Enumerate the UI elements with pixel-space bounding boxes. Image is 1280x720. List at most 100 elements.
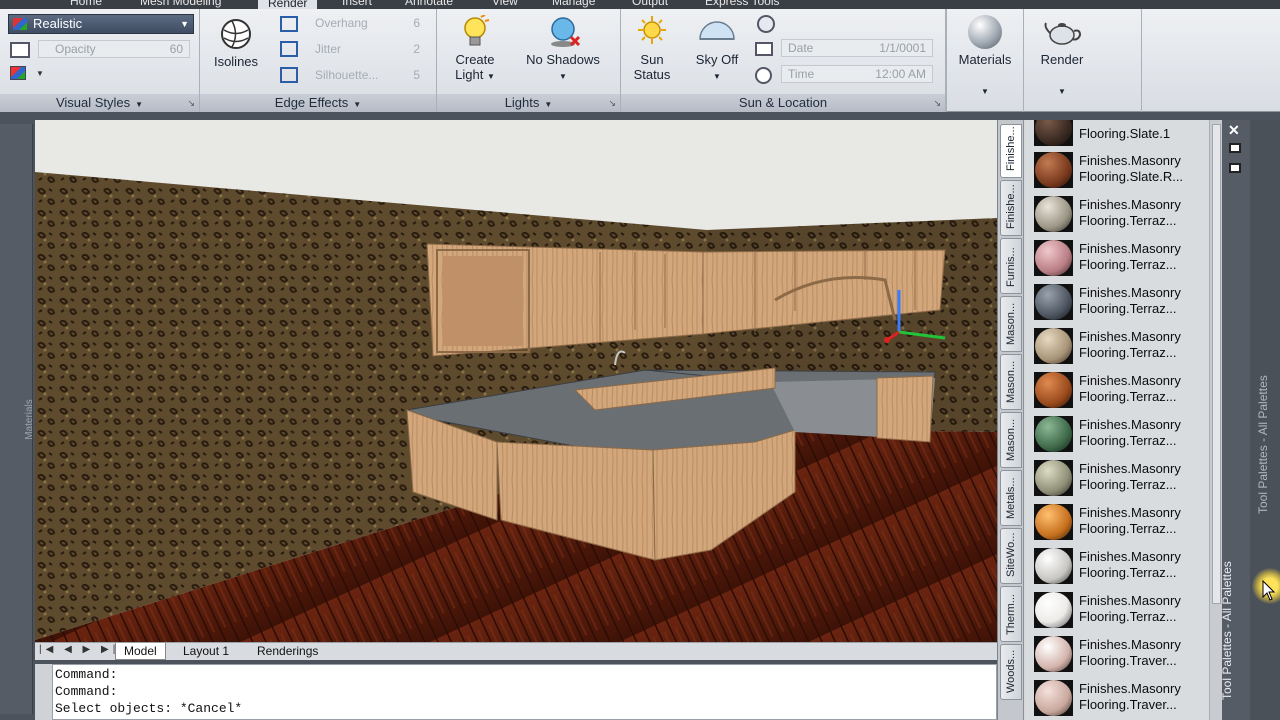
no-shadows-button[interactable]: No Shadows ▼: [517, 15, 609, 84]
material-sphere: [1035, 120, 1072, 146]
material-sphere: [1035, 284, 1072, 320]
material-item[interactable]: Finishes.Masonry Flooring.Traver...: [1025, 676, 1209, 720]
material-sphere: [1035, 504, 1072, 540]
visual-styles-panel: Realistic ▼ Opacity 60 ▼ Visual Styles ▼ …: [0, 9, 200, 112]
material-item[interactable]: Finishes.Masonry Flooring.Terraz...: [1025, 368, 1209, 412]
palette-title: Tool Palettes - All Palettes: [1220, 561, 1234, 700]
silhouette-icon[interactable]: [280, 67, 298, 83]
tab-mesh-modeling[interactable]: Mesh Modeling: [140, 0, 221, 8]
palette-title-bar[interactable]: ✕ Tool Palettes - All Palettes: [1220, 120, 1250, 720]
material-item[interactable]: Finishes.Masonry Flooring.Terraz...: [1025, 456, 1209, 500]
material-swatch-icon: [1034, 372, 1073, 408]
time-slider[interactable]: Time 12:00 AM: [781, 65, 933, 83]
create-light-button[interactable]: Create Light ▼: [445, 15, 505, 84]
command-line-grip[interactable]: [35, 664, 52, 720]
calendar-icon: [755, 42, 773, 56]
clock-icon: [755, 67, 772, 84]
isolines-button[interactable]: Isolines: [208, 17, 264, 69]
palette-tab-furnishings[interactable]: Furnis...: [1000, 238, 1022, 294]
properties-icon[interactable]: [1229, 163, 1241, 173]
sun-location-title[interactable]: Sun & Location ↘: [621, 94, 945, 112]
materials-side-label: Materials: [23, 399, 35, 440]
material-swatch-icon: [1034, 240, 1073, 276]
material-item[interactable]: Finishes.Masonry Flooring.Terraz...: [1025, 500, 1209, 544]
material-item[interactable]: Flooring.Slate.1: [1025, 120, 1209, 150]
dialog-launcher-icon[interactable]: ↘: [187, 94, 195, 112]
visual-styles-title[interactable]: Visual Styles ▼ ↘: [0, 94, 199, 112]
tab-annotate[interactable]: Annotate: [405, 0, 453, 8]
tab-layout-1[interactable]: Layout 1: [175, 643, 237, 660]
palette-tab-woods[interactable]: Woods...: [1000, 644, 1022, 700]
material-swatch-icon: [1034, 328, 1073, 364]
tab-output[interactable]: Output: [632, 0, 668, 8]
tab-manage[interactable]: Manage: [552, 0, 595, 8]
render-button[interactable]: Render ▼: [1027, 15, 1097, 99]
autohide-icon[interactable]: [1229, 143, 1241, 153]
location-icon[interactable]: [757, 15, 775, 33]
lights-title[interactable]: Lights ▼ ↘: [437, 94, 620, 112]
materials-button[interactable]: Materials ▼: [951, 15, 1019, 99]
edge-effects-title[interactable]: Edge Effects ▼: [200, 94, 436, 112]
dialog-launcher-icon[interactable]: ↘: [933, 94, 941, 112]
material-item[interactable]: Finishes.Masonry Flooring.Terraz...: [1025, 324, 1209, 368]
opacity-value: 60: [169, 42, 183, 56]
tab-insert[interactable]: Insert: [342, 0, 372, 8]
materials-sphere-icon: [968, 15, 1002, 49]
material-item[interactable]: Finishes.Masonry Flooring.Terraz...: [1025, 192, 1209, 236]
overhang-row[interactable]: Overhang 6: [315, 12, 430, 34]
material-item[interactable]: Finishes.Masonry Flooring.Terraz...: [1025, 588, 1209, 632]
material-list: Flooring.Slate.1 Finishes.Masonry Floori…: [1025, 120, 1209, 720]
close-icon[interactable]: ✕: [1228, 122, 1240, 139]
palette-tab-masonry-3[interactable]: Mason...: [1000, 412, 1022, 468]
material-item[interactable]: Finishes.Masonry Flooring.Terraz...: [1025, 412, 1209, 456]
palette-scroll-thumb[interactable]: [1212, 124, 1221, 604]
sky-off-button[interactable]: Sky Off ▼: [685, 15, 749, 84]
kitchen-3d-scene: [35, 120, 997, 642]
tab-render[interactable]: Render: [258, 0, 318, 9]
tab-home[interactable]: Home: [70, 0, 102, 8]
dialog-launcher-icon[interactable]: ↘: [608, 94, 616, 112]
ribbon: Realistic ▼ Opacity 60 ▼ Visual Styles ▼ …: [0, 9, 1280, 112]
palette-tab-masonry-1[interactable]: Mason...: [1000, 296, 1022, 352]
overhang-icon[interactable]: [280, 16, 298, 32]
tab-express-tools[interactable]: Express Tools: [705, 0, 779, 8]
layout-tab-bar: |◀ ◀ ▶ ▶| Model Layout 1 Renderings: [35, 642, 997, 660]
material-swatch-icon: [1034, 196, 1073, 232]
palette-tab-column: Finishe... Finishe... Furnis... Mason...…: [998, 120, 1024, 720]
sun-status-button[interactable]: Sun Status: [627, 15, 677, 82]
opacity-slider[interactable]: Opacity 60: [38, 40, 190, 58]
material-item[interactable]: Finishes.Masonry Flooring.Traver...: [1025, 632, 1209, 676]
tab-model[interactable]: Model: [115, 643, 166, 660]
palette-tab-thermal[interactable]: Therm...: [1000, 586, 1022, 642]
palette-tab-masonry-2[interactable]: Mason...: [1000, 354, 1022, 410]
command-line[interactable]: Command: Command: Select objects: *Cance…: [52, 664, 997, 720]
color-icon[interactable]: [10, 66, 26, 80]
jitter-row[interactable]: Jitter 2: [315, 38, 430, 60]
palette-tab-metals[interactable]: Metals...: [1000, 470, 1022, 526]
jitter-icon[interactable]: [280, 41, 298, 57]
tab-view[interactable]: View: [492, 0, 518, 8]
material-sphere: [1035, 152, 1072, 188]
isolines-icon: [221, 19, 251, 49]
silhouette-row[interactable]: Silhouette... 5: [315, 64, 430, 86]
material-item[interactable]: Finishes.Masonry Flooring.Terraz...: [1025, 544, 1209, 588]
material-item[interactable]: Finishes.Masonry Flooring.Terraz...: [1025, 236, 1209, 280]
material-item[interactable]: Finishes.Masonry Flooring.Terraz...: [1025, 280, 1209, 324]
tab-renderings[interactable]: Renderings: [249, 643, 326, 660]
visual-style-select[interactable]: Realistic ▼: [8, 14, 194, 34]
material-item[interactable]: Finishes.Masonry Flooring.Slate.R...: [1025, 148, 1209, 192]
palette-tab-sitework[interactable]: SiteWo...: [1000, 528, 1022, 584]
palette-tab-finishes-2[interactable]: Finishe...: [1000, 180, 1022, 236]
side-palette-strip[interactable]: Tool Palettes - All Palettes: [1250, 120, 1280, 720]
sky-icon: [699, 21, 735, 40]
layout-nav-arrows[interactable]: |◀ ◀ ▶ ▶|: [39, 644, 119, 655]
palette-tab-finishes-1[interactable]: Finishe...: [1000, 124, 1022, 178]
color-dropdown-icon[interactable]: ▼: [36, 69, 44, 78]
materials-side-strip[interactable]: Materials: [0, 124, 35, 714]
date-slider[interactable]: Date 1/1/0001: [781, 39, 933, 57]
material-sphere: [1035, 372, 1072, 408]
material-swatch-icon: [1034, 152, 1073, 188]
drawing-viewport[interactable]: [35, 120, 997, 642]
material-sphere: [1035, 328, 1072, 364]
face-style-icon[interactable]: [10, 42, 30, 58]
